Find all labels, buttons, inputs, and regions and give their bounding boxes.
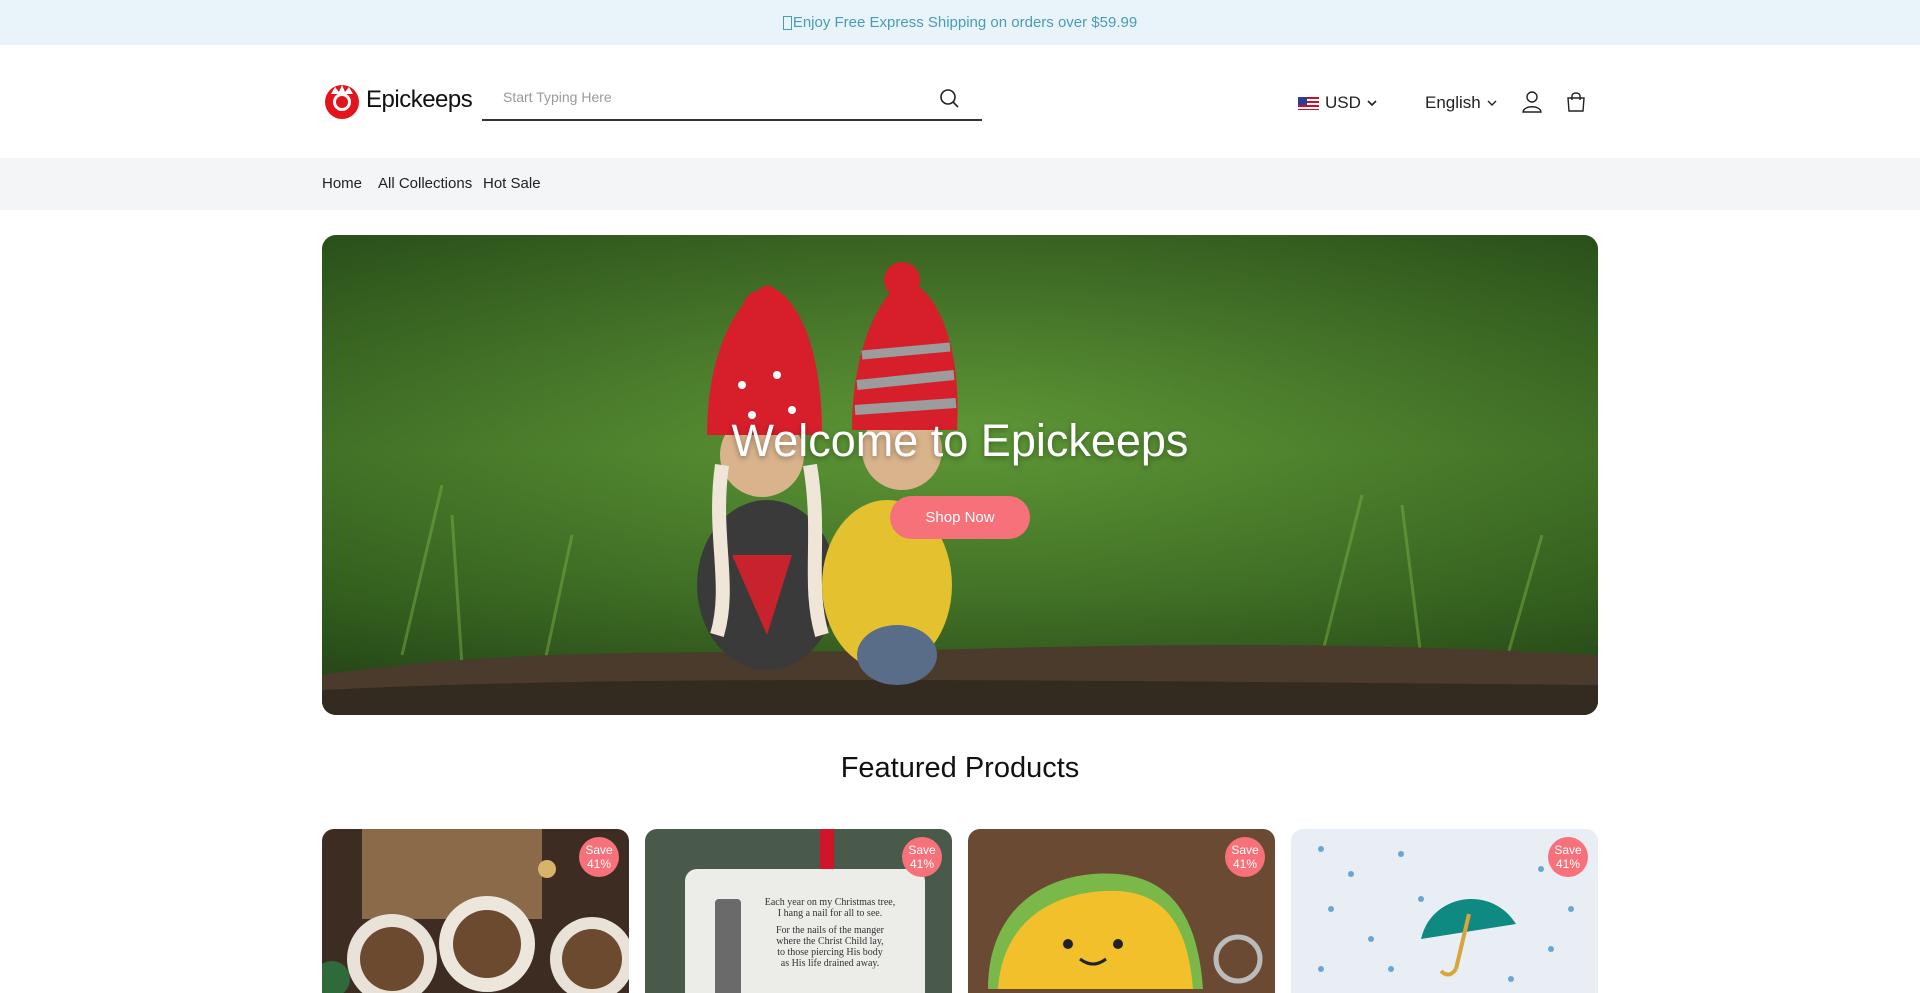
search-bar [482,77,982,121]
us-flag-icon [1298,96,1319,110]
chevron-down-icon [1487,100,1497,106]
main-nav: Home All Collections Hot Sale [0,158,1920,210]
product-card[interactable]: Each year on my Christmas tree, I hang a… [645,829,952,993]
featured-products-title: Featured Products [840,752,1080,784]
save-badge: Save 41% [1548,837,1588,877]
nav-item-hot-sale[interactable]: Hot Sale [483,175,541,192]
account-icon[interactable] [1519,89,1545,115]
save-badge: Save 41% [1225,837,1265,877]
product-card[interactable]: Save 41% [968,829,1275,993]
product-image-text: Each year on my Christmas tree, I hang a… [764,897,896,969]
nav-item-home[interactable]: Home [322,175,362,192]
shop-now-button[interactable]: Shop Now [890,496,1030,539]
language-label: English [1425,93,1481,112]
truck-icon [782,15,792,30]
announcement-bar: Enjoy Free Express Shipping on orders ov… [0,0,1920,45]
logo-text: Epickeeps [366,86,473,113]
currency-selector[interactable]: USD [1298,91,1378,115]
site-header: Epickeeps USD English [0,45,1920,158]
save-badge: Save 41% [579,837,619,877]
product-card[interactable]: Save 41% [1291,829,1598,993]
logo[interactable]: Epickeeps [322,80,473,120]
search-icon[interactable] [938,87,960,109]
hero-title: Welcome to Epickeeps [731,415,1189,466]
logo-icon [322,80,362,120]
announcement-text: Enjoy Free Express Shipping on orders ov… [792,14,1138,31]
save-badge: Save 41% [902,837,942,877]
search-input[interactable] [482,77,922,117]
product-card[interactable]: Save 41% [322,829,629,993]
currency-label: USD [1325,93,1361,112]
cart-icon[interactable] [1563,89,1589,115]
language-selector[interactable]: English [1425,91,1498,115]
hero-banner: Welcome to Epickeeps Shop Now [322,235,1598,715]
hero-image [322,235,1598,715]
chevron-down-icon [1367,100,1377,107]
nav-item-all-collections[interactable]: All Collections [378,175,472,192]
